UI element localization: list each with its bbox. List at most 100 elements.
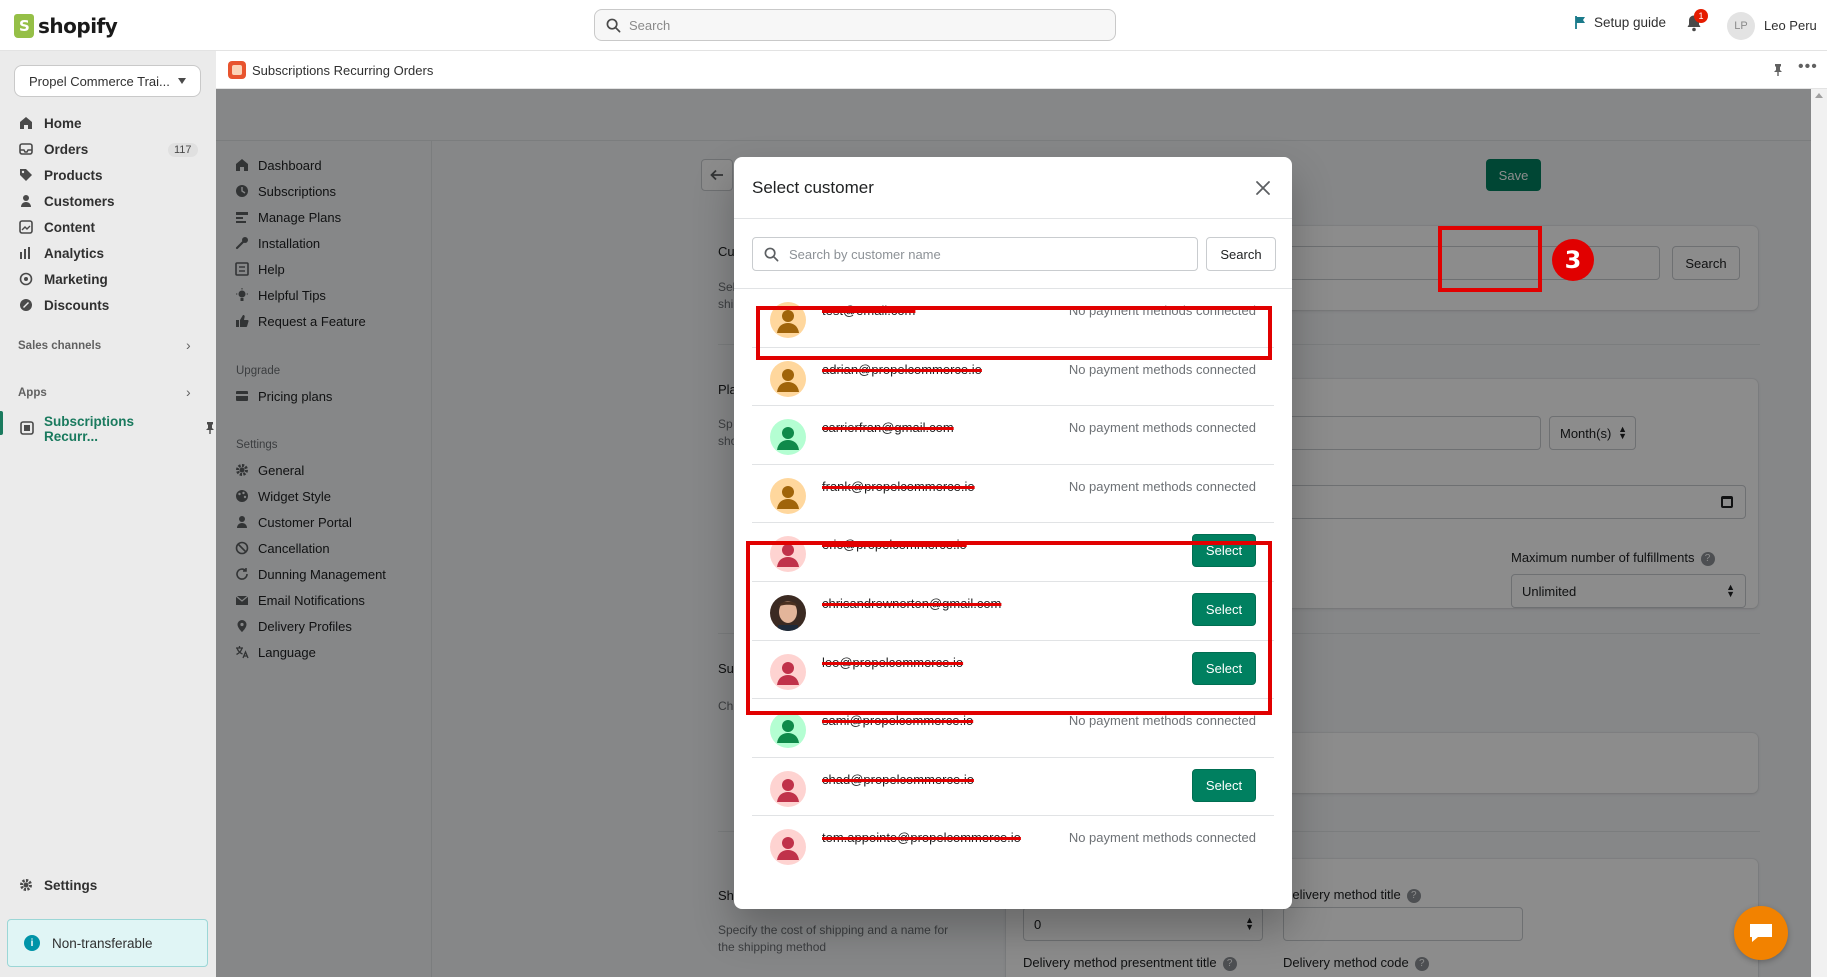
chevron-right-icon[interactable]: › bbox=[186, 384, 191, 400]
chat-bubble-icon bbox=[1750, 924, 1772, 942]
customer-avatar bbox=[770, 360, 806, 397]
customer-avatar bbox=[770, 419, 806, 456]
flag-icon bbox=[1575, 16, 1585, 29]
customer-row[interactable]: carrierfran@gmail.com No payment methods … bbox=[752, 406, 1274, 465]
payment-status-text: No payment methods connected bbox=[1068, 361, 1256, 377]
customer-placeholder-icon bbox=[770, 477, 806, 514]
nav-item-products[interactable]: Products bbox=[18, 167, 103, 183]
app-icon bbox=[20, 420, 34, 438]
chat-button[interactable] bbox=[1734, 906, 1788, 960]
non-transferable-label: Non-transferable bbox=[52, 935, 153, 951]
store-name: Propel Commerce Trai... bbox=[29, 73, 170, 89]
sales-channels-heading[interactable]: Sales channels bbox=[18, 340, 101, 352]
customer-row[interactable]: tom.appointe@propelcommerce.io No payment… bbox=[752, 816, 1274, 875]
notifications-button[interactable]: 1 bbox=[1686, 9, 1708, 35]
select-customer-modal: Select customer Search by customer name … bbox=[734, 157, 1292, 909]
customer-placeholder-icon bbox=[770, 419, 806, 456]
global-search-placeholder: Search bbox=[629, 17, 671, 33]
customer-email: chad@propelcommerce.io bbox=[822, 771, 974, 787]
caret-down-icon bbox=[178, 78, 186, 84]
nav-item-analytics[interactable]: Analytics bbox=[18, 245, 104, 261]
nav-label-orders: Orders bbox=[44, 141, 89, 157]
nav-label-customers: Customers bbox=[44, 193, 115, 209]
customer-avatar bbox=[770, 829, 806, 866]
setup-guide-label: Setup guide bbox=[1594, 15, 1667, 30]
select-customer-button[interactable]: Select bbox=[1192, 768, 1256, 802]
close-icon bbox=[1256, 181, 1270, 195]
app-title: Subscriptions Recurring Orders bbox=[252, 63, 434, 78]
nav-label-products: Products bbox=[44, 167, 103, 183]
pin-icon[interactable] bbox=[1772, 63, 1784, 80]
admin-sidebar: Propel Commerce Trai... Home Orders 117 … bbox=[0, 51, 216, 977]
notification-count-badge: 1 bbox=[1694, 9, 1708, 23]
chevron-right-icon[interactable]: › bbox=[186, 337, 191, 353]
nav-item-settings[interactable]: Settings bbox=[18, 877, 97, 893]
customer-email: carrierfran@gmail.com bbox=[822, 420, 954, 436]
customer-avatar bbox=[770, 770, 806, 807]
annotation-highlight-selectable-customers bbox=[746, 541, 1272, 715]
customer-search-placeholder: Search by customer name bbox=[789, 246, 941, 262]
nav-item-marketing[interactable]: Marketing bbox=[18, 271, 108, 287]
search-icon bbox=[764, 247, 779, 262]
annotation-step-number: 3 bbox=[1552, 239, 1594, 281]
close-button[interactable] bbox=[1252, 177, 1274, 199]
customer-placeholder-icon bbox=[770, 360, 806, 397]
shopify-bag-icon bbox=[14, 14, 34, 38]
app-header: Subscriptions Recurring Orders ••• bbox=[216, 51, 1827, 89]
customer-placeholder-icon bbox=[770, 712, 806, 749]
content-icon bbox=[18, 219, 34, 235]
nav-label-settings: Settings bbox=[44, 877, 98, 893]
payment-status-text: No payment methods connected bbox=[1068, 830, 1256, 846]
discount-icon bbox=[18, 297, 34, 313]
info-icon: i bbox=[24, 935, 40, 951]
nav-item-subscriptions-app[interactable]: Subscriptions Recurr... bbox=[20, 414, 216, 444]
scroll-up-arrow-icon[interactable] bbox=[1815, 93, 1823, 98]
customer-email: sami@propelcommerce.io bbox=[822, 713, 974, 729]
annotation-highlight-first-customer bbox=[756, 306, 1272, 360]
tag-icon bbox=[18, 167, 34, 183]
user-name[interactable]: Leo Peru bbox=[1764, 18, 1817, 33]
customer-email: tom.appointe@propelcommerce.io bbox=[822, 830, 1021, 846]
orders-count-badge: 117 bbox=[168, 143, 198, 157]
top-bar: shopify Search Setup guide 1 LP Leo Peru bbox=[0, 0, 1827, 51]
payment-status-text: No payment methods connected bbox=[1068, 420, 1256, 436]
store-selector[interactable]: Propel Commerce Trai... bbox=[14, 65, 201, 97]
logo-text: shopify bbox=[38, 14, 118, 38]
setup-guide-button[interactable]: Setup guide bbox=[1574, 15, 1666, 30]
customer-placeholder-icon bbox=[770, 770, 806, 807]
page-scrollbar[interactable] bbox=[1811, 89, 1827, 977]
customer-avatar bbox=[770, 477, 806, 514]
search-icon bbox=[606, 18, 621, 33]
customer-email: frank@propelcommerce.io bbox=[822, 478, 975, 494]
annotation-highlight-search bbox=[1438, 226, 1542, 292]
customer-row[interactable]: chad@propelcommerce.io Select bbox=[752, 758, 1274, 817]
nav-label-content: Content bbox=[44, 219, 95, 235]
nav-label-marketing: Marketing bbox=[44, 271, 108, 287]
person-icon bbox=[18, 193, 34, 209]
active-indicator bbox=[0, 411, 3, 435]
bar-chart-icon bbox=[18, 245, 34, 261]
payment-status-text: No payment methods connected bbox=[1068, 713, 1256, 729]
nav-item-content[interactable]: Content bbox=[18, 219, 95, 235]
nav-item-orders[interactable]: Orders bbox=[18, 141, 88, 157]
modal-search-button[interactable]: Search bbox=[1206, 237, 1276, 271]
pin-icon[interactable] bbox=[204, 421, 216, 438]
subscriptions-app-logo-icon bbox=[228, 61, 246, 79]
shopify-logo[interactable]: shopify bbox=[14, 13, 118, 39]
customer-row[interactable]: frank@propelcommerce.io No payment method… bbox=[752, 465, 1274, 524]
global-search-input[interactable]: Search bbox=[594, 9, 1116, 41]
nav-label-discounts: Discounts bbox=[44, 297, 110, 313]
user-avatar[interactable]: LP bbox=[1727, 12, 1755, 40]
nav-item-home[interactable]: Home bbox=[18, 115, 82, 131]
more-options-icon[interactable]: ••• bbox=[1798, 58, 1818, 76]
non-transferable-banner[interactable]: i Non-transferable bbox=[7, 919, 208, 967]
nav-label-analytics: Analytics bbox=[44, 245, 105, 261]
customer-name-search-input[interactable]: Search by customer name bbox=[752, 237, 1198, 271]
apps-heading[interactable]: Apps bbox=[18, 387, 47, 399]
nav-item-discounts[interactable]: Discounts bbox=[18, 297, 109, 313]
gear-icon bbox=[18, 877, 34, 893]
modal-title: Select customer bbox=[752, 178, 874, 197]
nav-item-customers[interactable]: Customers bbox=[18, 193, 115, 209]
customer-avatar bbox=[770, 712, 806, 749]
customer-placeholder-icon bbox=[770, 829, 806, 866]
